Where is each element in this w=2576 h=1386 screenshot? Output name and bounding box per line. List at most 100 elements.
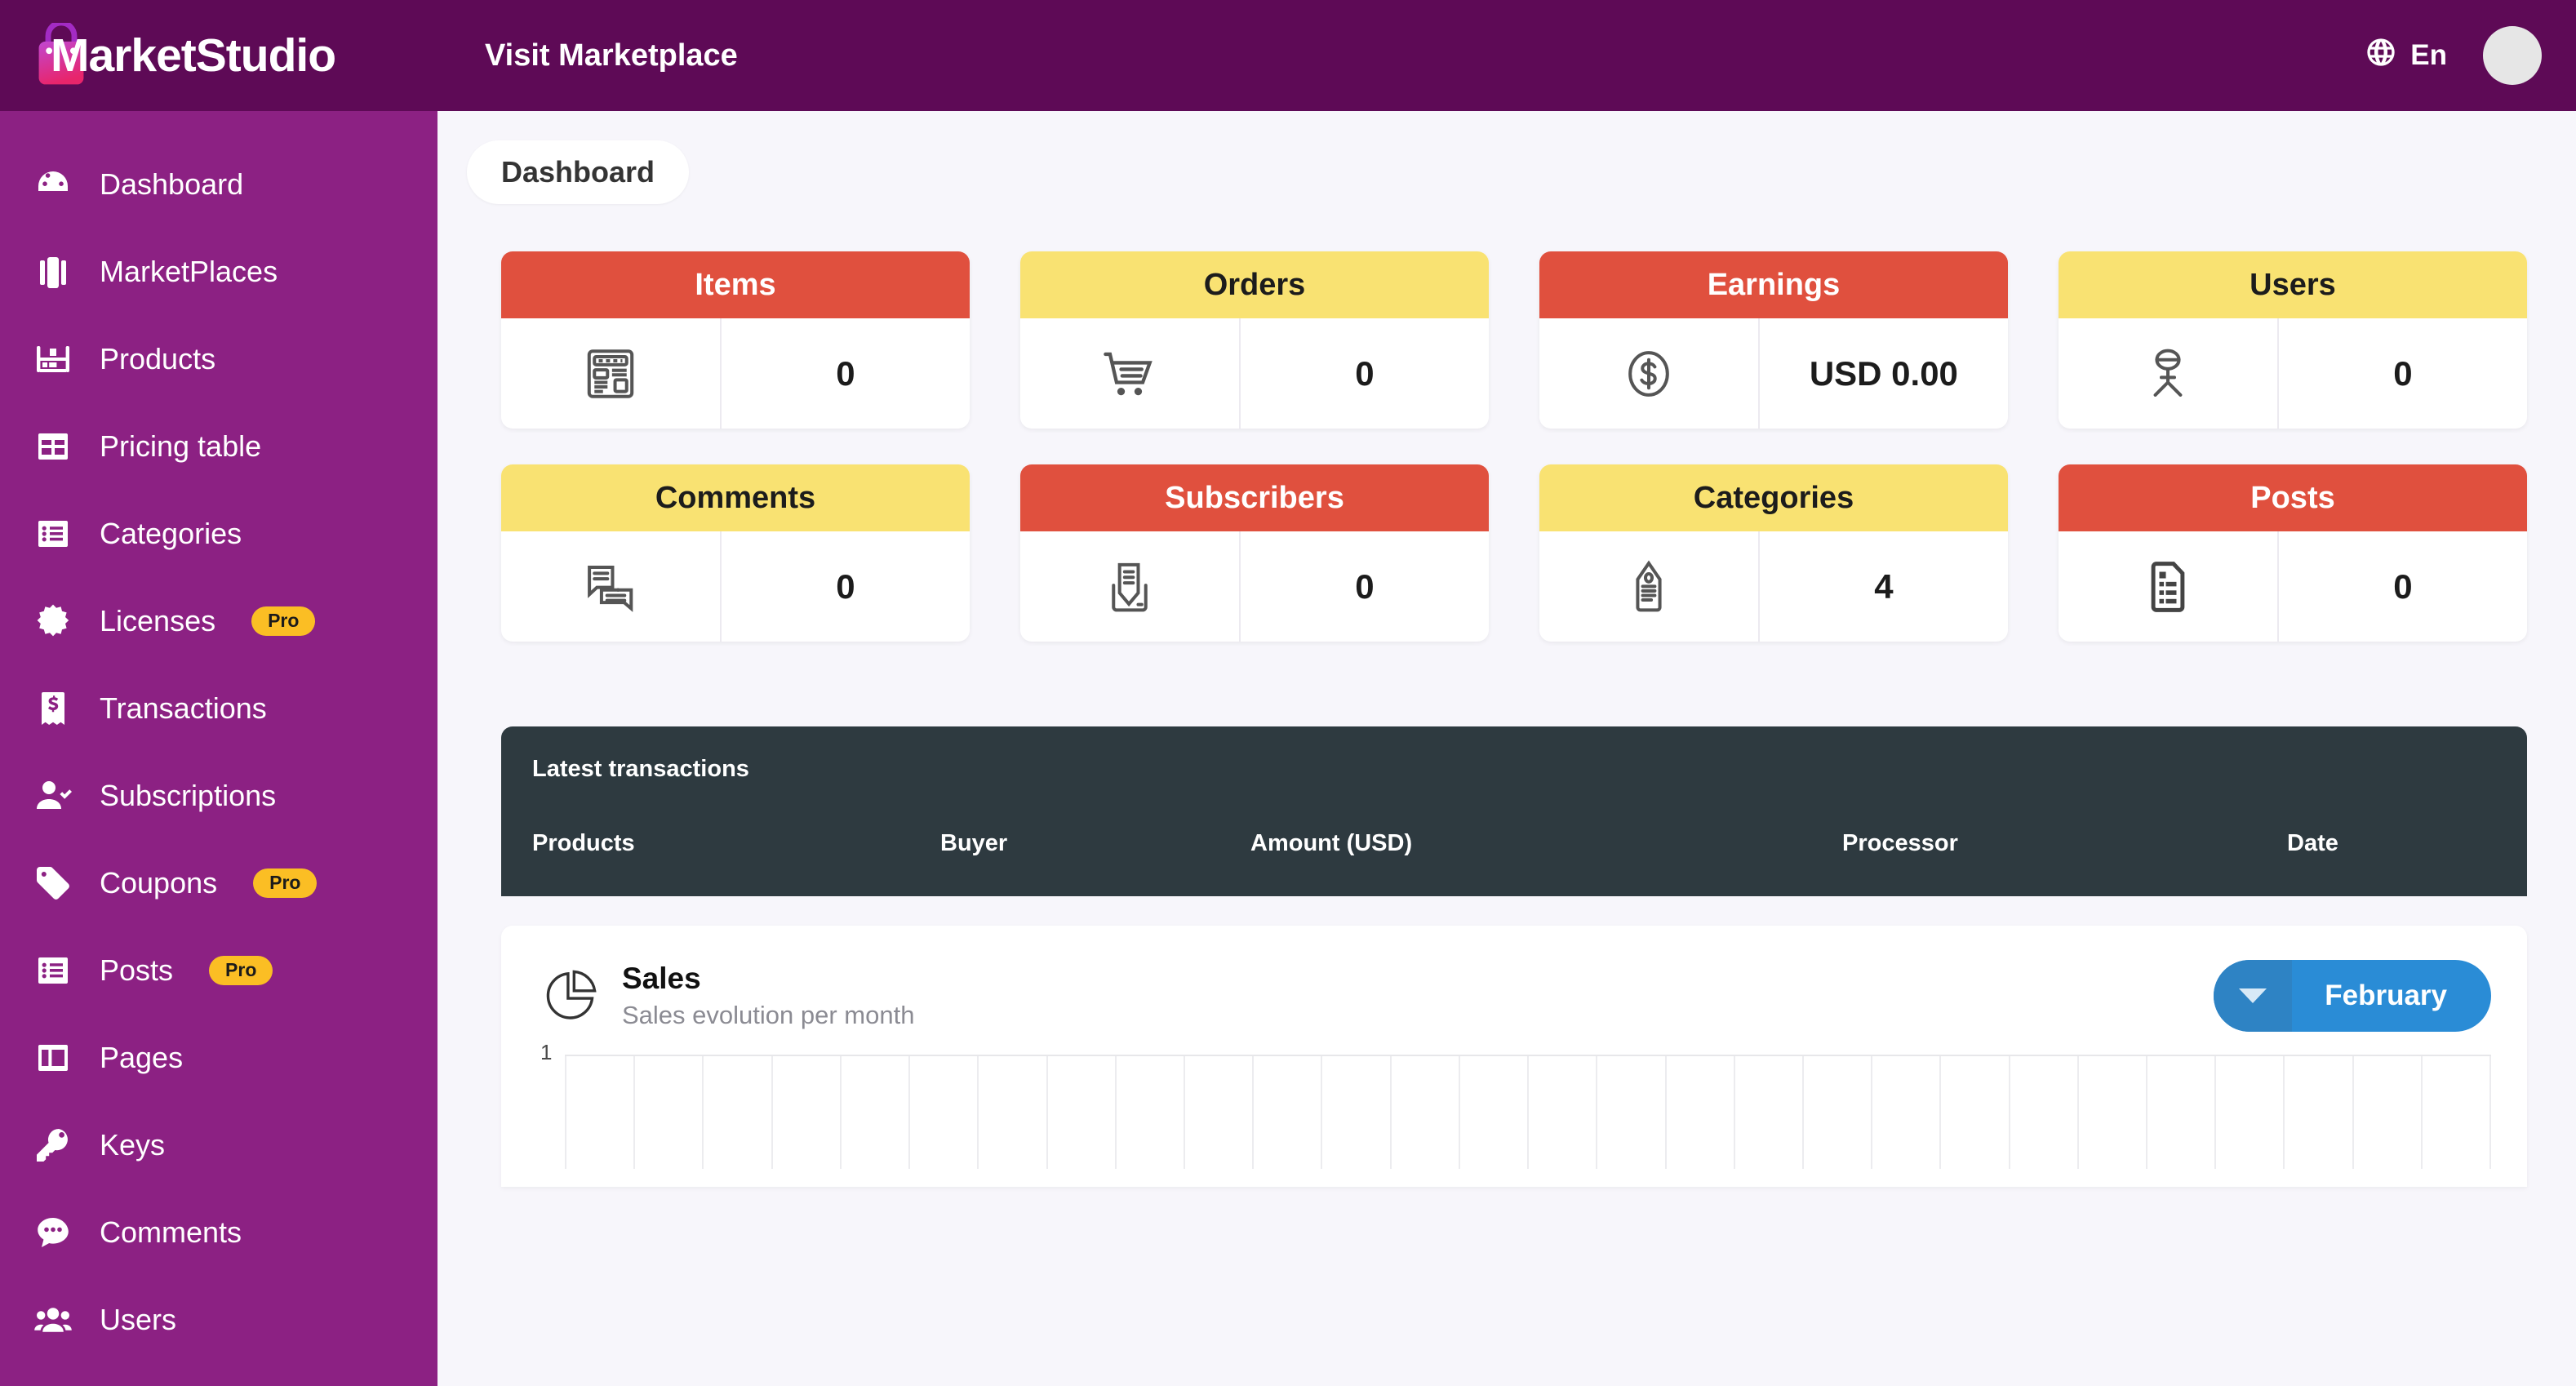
sidebar-item-transactions[interactable]: Transactions [0,664,437,752]
table-icon [31,424,75,469]
sidebar-item-label: Comments [100,1215,242,1249]
sales-title: Sales [622,961,701,995]
sidebar-item-pricing-table[interactable]: Pricing table [0,402,437,490]
sidebar-item-label: Products [100,341,216,375]
content-scroll: Dashboard Items 0 Orders 0 Earnings USD … [437,111,2576,1386]
chevron-down-icon[interactable] [2214,960,2293,1032]
sidebar-item-label: Dashboard [100,167,244,201]
sidebar-item-label: Pages [100,1040,184,1074]
sidebar-item-posts[interactable]: Posts Pro [0,926,437,1014]
sidebar-item-keys[interactable]: Keys [0,1101,437,1188]
chat-bubble-icon [31,1211,75,1255]
sidebar-item-pages[interactable]: Pages [0,1014,437,1101]
y-axis-tick: 1 [540,1040,553,1064]
sidebar-item-label: Coupons [100,865,218,900]
globe-icon [2365,36,2397,76]
stat-card-value: USD 0.00 [1809,353,1958,393]
stat-card-earnings[interactable]: Earnings USD 0.00 [1539,251,2008,429]
envelope-doc-icon [1020,531,1241,642]
sidebar-item-label: Categories [100,516,242,550]
pro-badge: Pro [253,868,318,898]
stat-card-value: 0 [836,566,855,606]
transactions-section: Latest transactions Products Buyer Amoun… [437,677,2576,896]
sales-chart-plot: 1 [540,1040,2492,1169]
price-tag-icon [1539,531,1760,642]
column-header-processor[interactable]: Processor [1842,830,2287,857]
stat-card-title: Subscribers [1020,464,1489,531]
breadcrumb: Dashboard [437,111,2576,204]
column-header-amount[interactable]: Amount (USD) [1250,830,1842,857]
sidebar-item-label: Users [100,1302,177,1336]
document-list-icon [2059,531,2279,642]
breadcrumb-dashboard[interactable]: Dashboard [467,140,690,204]
sidebar-item-marketplaces[interactable]: MarketPlaces [0,228,437,315]
chart-gridlines [565,1055,2492,1169]
sidebar-item-label: Posts [100,953,174,987]
briefcase-icon [31,250,75,294]
sidebar-item-label: Licenses [100,603,216,637]
top-header: Visit Marketplace En [437,0,2576,111]
sidebar: MarketStudio Dashboard MarketPlaces Prod… [0,0,437,1386]
sales-subtitle: Sales evolution per month [622,1001,915,1030]
list-box-icon [31,512,75,556]
stat-card-items[interactable]: Items 0 [501,251,970,429]
brand-name: MarketStudio [51,29,336,82]
list-box-icon [31,948,75,993]
stat-card-comments[interactable]: Comments 0 [501,464,970,642]
stat-card-orders[interactable]: Orders 0 [1020,251,1489,429]
layout-icon [31,1036,75,1080]
sales-chart-card: Sales Sales evolution per month February… [501,926,2527,1187]
header-actions: En [2365,26,2542,85]
visit-marketplace-link[interactable]: Visit Marketplace [485,38,738,73]
sidebar-item-coupons[interactable]: Coupons Pro [0,839,437,926]
stat-card-title: Posts [2059,464,2527,531]
sidebar-item-comments[interactable]: Comments [0,1188,437,1276]
person-icon [2059,318,2279,429]
sidebar-item-subscriptions[interactable]: Subscriptions [0,752,437,839]
shelf-icon [31,337,75,381]
stats-row-1: Items 0 Orders 0 Earnings USD 0.00 Users… [501,251,2527,429]
stat-card-title: Categories [1539,464,2008,531]
stat-card-posts[interactable]: Posts 0 [2059,464,2527,642]
column-header-buyer[interactable]: Buyer [940,830,1250,857]
gauge-icon [31,162,75,207]
sidebar-item-dashboard[interactable]: Dashboard [0,140,437,228]
sales-header: Sales Sales evolution per month February [501,926,2527,1032]
month-selector-button[interactable]: February [2214,960,2491,1032]
certificate-burst-icon [31,599,75,643]
stat-card-value: 0 [2393,566,2413,606]
key-icon [31,1123,75,1167]
latest-transactions-panel: Latest transactions Products Buyer Amoun… [501,726,2527,896]
sidebar-item-users[interactable]: Users [0,1276,437,1363]
sidebar-item-label: MarketPlaces [100,254,278,288]
comments-icon [501,531,722,642]
month-selector-label: February [2325,980,2447,1011]
main-area: Visit Marketplace En Dashboard Items 0 O… [437,0,2576,1386]
column-header-date[interactable]: Date [2287,830,2496,857]
stat-card-value: 0 [1355,353,1375,393]
stat-card-categories[interactable]: Categories 4 [1539,464,2008,642]
brand-logo[interactable]: MarketStudio [0,0,437,111]
app-root: MarketStudio Dashboard MarketPlaces Prod… [0,0,2576,1386]
stat-card-title: Comments [501,464,970,531]
sidebar-item-reviews[interactable]: Reviews [0,1363,437,1386]
stat-card-value: 0 [1355,566,1375,606]
sidebar-nav: Dashboard MarketPlaces Products Pricing … [0,111,437,1386]
receipt-icon [31,686,75,731]
column-header-products[interactable]: Products [532,830,940,857]
stat-card-users[interactable]: Users 0 [2059,251,2527,429]
stat-card-title: Users [2059,251,2527,318]
pro-badge: Pro [209,955,273,985]
sidebar-item-products[interactable]: Products [0,315,437,402]
stat-card-title: Items [501,251,970,318]
stat-card-title: Orders [1020,251,1489,318]
table-header-row: Products Buyer Amount (USD) Processor Da… [532,830,2496,857]
sidebar-item-label: Subscriptions [100,778,277,812]
stat-card-subscribers[interactable]: Subscribers 0 [1020,464,1489,642]
pro-badge: Pro [251,606,316,636]
user-avatar[interactable] [2483,26,2542,85]
sidebar-item-categories[interactable]: Categories [0,490,437,577]
language-switcher[interactable]: En [2365,36,2447,76]
dollar-circle-icon [1539,318,1760,429]
sidebar-item-licenses[interactable]: Licenses Pro [0,577,437,664]
